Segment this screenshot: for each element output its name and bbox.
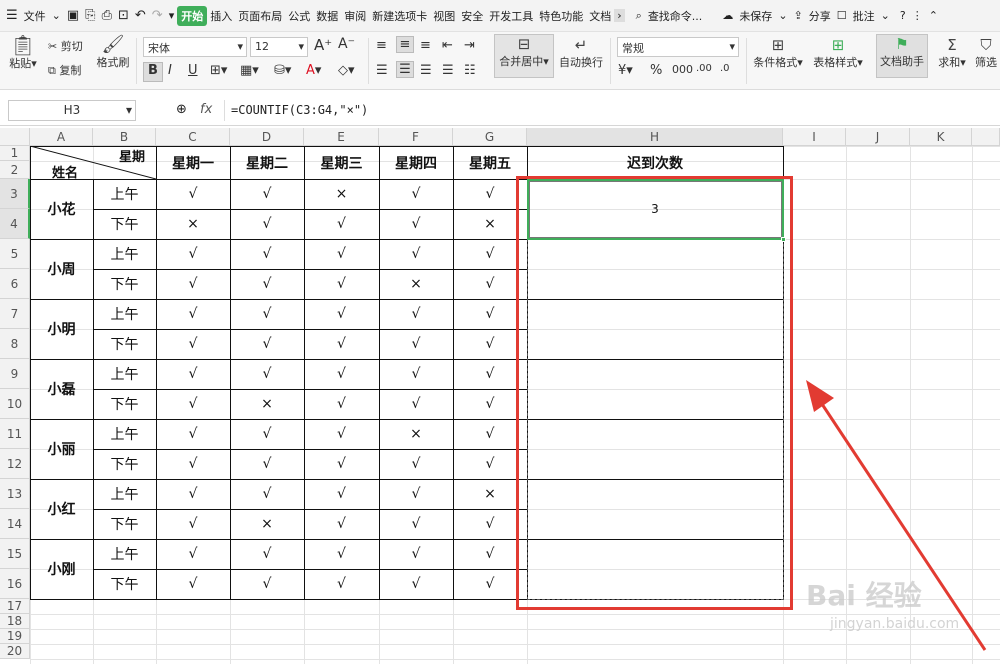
arrow-shaft bbox=[816, 397, 987, 651]
arrow-head bbox=[806, 380, 834, 412]
annotation-arrow bbox=[806, 380, 987, 651]
